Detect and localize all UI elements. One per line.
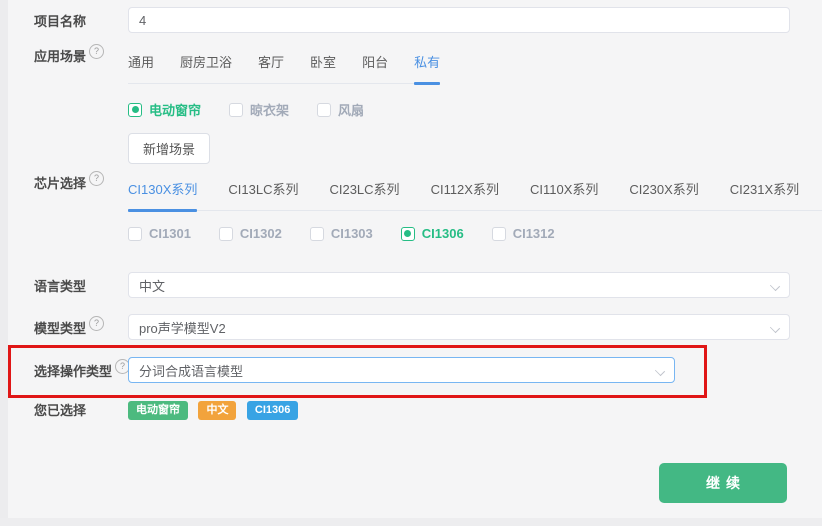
selected-summary-row: 您已选择 电动窗帘 中文 CI1306 (34, 400, 790, 420)
operation-select-value: 分词合成语言模型 (139, 363, 244, 379)
project-name-input[interactable]: 4 (128, 7, 790, 33)
tag-scene: 电动窗帘 (128, 401, 188, 420)
scene-label-text: 应用场景 (34, 49, 87, 64)
chip-option-ci1312-label: CI1312 (512, 226, 555, 241)
chip-option-ci1302-label: CI1302 (239, 226, 282, 241)
chip-option-ci1306[interactable]: CI1306 (400, 226, 464, 241)
project-name-label: 项目名称 (34, 11, 128, 30)
chip-option-ci1303-label: CI1303 (330, 226, 373, 241)
project-name-label-text: 项目名称 (34, 13, 87, 29)
scene-tab-general[interactable]: 通用 (128, 46, 154, 83)
left-edge-strip (0, 0, 8, 526)
chip-label: 芯片选择 ? (34, 171, 128, 192)
chip-help-icon[interactable]: ? (89, 171, 105, 186)
scene-option-drying-rack-label: 晾衣架 (250, 103, 290, 118)
model-row: 模型类型 ? pro声学模型V2 (34, 314, 790, 340)
chevron-down-icon (769, 322, 781, 334)
model-select-value: pro声学模型V2 (139, 320, 226, 336)
tag-chip: CI1306 (246, 401, 299, 420)
scene-add-row: 新增场景 (34, 133, 790, 164)
chip-tab-ci112x[interactable]: CI112X系列 (431, 173, 499, 210)
checkbox-unchecked-icon (229, 102, 244, 117)
chip-option-ci1306-label: CI1306 (421, 226, 464, 241)
language-label-text: 语言类型 (34, 278, 87, 294)
scene-options-group: 电动窗帘 晾衣架 风扇 (128, 100, 790, 119)
operation-type-row: 选择操作类型 ? 分词合成语言模型 (34, 357, 790, 383)
chip-tab-ci13lc[interactable]: CI13LC系列 (228, 173, 298, 210)
operation-select[interactable]: 分词合成语言模型 (128, 357, 675, 383)
chip-options-group: CI1301 CI1302 CI1303 CI1306 CI1312 (128, 226, 790, 241)
checkbox-checked-icon (128, 102, 142, 117)
chip-option-ci1301[interactable]: CI1301 (128, 226, 191, 241)
chip-option-ci1303[interactable]: CI1303 (309, 226, 373, 241)
scene-option-fan[interactable]: 风扇 (317, 100, 364, 119)
chip-row: 芯片选择 ? CI130X系列 CI13LC系列 CI23LC系列 CI112X… (34, 171, 822, 212)
chip-tab-ci231x[interactable]: CI231X系列 (730, 173, 799, 210)
chip-tab-ci230x[interactable]: CI230X系列 (629, 173, 698, 210)
model-label: 模型类型 ? (34, 315, 128, 337)
language-select-value: 中文 (139, 278, 166, 294)
chevron-down-icon (654, 365, 666, 377)
chip-tab-ci130x[interactable]: CI130X系列 (128, 173, 198, 212)
chip-tab-ci23lc[interactable]: CI23LC系列 (329, 173, 399, 210)
selected-label: 您已选择 (34, 400, 128, 419)
model-label-text: 模型类型 (34, 320, 87, 336)
selected-tags-group: 电动窗帘 中文 CI1306 (128, 400, 790, 420)
chevron-down-icon (769, 280, 781, 292)
language-select[interactable]: 中文 (128, 272, 790, 298)
model-select[interactable]: pro声学模型V2 (128, 314, 790, 340)
checkbox-unchecked-icon (218, 226, 233, 241)
language-label: 语言类型 (34, 276, 128, 295)
scene-tab-kitchen-bath[interactable]: 厨房卫浴 (180, 46, 232, 83)
scene-tab-private[interactable]: 私有 (414, 46, 441, 85)
project-name-value: 4 (139, 12, 147, 28)
scene-option-drying-rack[interactable]: 晾衣架 (229, 100, 289, 119)
scene-tab-bedroom[interactable]: 卧室 (310, 46, 336, 83)
selected-label-text: 您已选择 (34, 403, 87, 418)
scene-tab-living-room[interactable]: 客厅 (258, 46, 284, 83)
operation-label: 选择操作类型 ? (34, 358, 131, 380)
bottom-edge-strip (0, 518, 822, 526)
chip-option-ci1301-label: CI1301 (149, 226, 191, 241)
add-scene-button[interactable]: 新增场景 (128, 133, 211, 164)
tag-language: 中文 (198, 401, 237, 420)
checkbox-unchecked-icon (128, 226, 142, 241)
scene-option-curtain[interactable]: 电动窗帘 (128, 100, 201, 119)
scene-row: 应用场景 ? 通用 厨房卫浴 客厅 卧室 阳台 私有 (34, 44, 790, 85)
operation-label-text: 选择操作类型 (34, 363, 113, 379)
chip-label-text: 芯片选择 (34, 176, 87, 191)
language-row: 语言类型 中文 (34, 272, 790, 298)
chip-options-row: CI1301 CI1302 CI1303 CI1306 CI1312 (34, 226, 790, 241)
checkbox-checked-icon (400, 226, 415, 241)
chip-option-ci1302[interactable]: CI1302 (218, 226, 282, 241)
chip-tab-ci110x[interactable]: CI110X系列 (530, 173, 598, 210)
checkbox-unchecked-icon (309, 226, 324, 241)
scene-label: 应用场景 ? (34, 44, 128, 65)
scene-option-fan-label: 风扇 (338, 103, 365, 118)
model-help-icon[interactable]: ? (89, 315, 105, 331)
scene-tab-balcony[interactable]: 阳台 (362, 46, 388, 83)
scene-option-curtain-label: 电动窗帘 (149, 103, 202, 118)
checkbox-unchecked-icon (491, 226, 506, 241)
project-name-row: 项目名称 4 (34, 7, 790, 33)
scene-help-icon[interactable]: ? (89, 44, 105, 59)
chip-tabbar: CI130X系列 CI13LC系列 CI23LC系列 CI112X系列 CI11… (128, 173, 822, 212)
chip-option-ci1312[interactable]: CI1312 (491, 226, 555, 241)
checkbox-unchecked-icon (317, 102, 332, 117)
continue-button[interactable]: 继续 (659, 463, 787, 503)
scene-options-row: 电动窗帘 晾衣架 风扇 (34, 100, 790, 119)
scene-tabbar: 通用 厨房卫浴 客厅 卧室 阳台 私有 (128, 46, 441, 85)
